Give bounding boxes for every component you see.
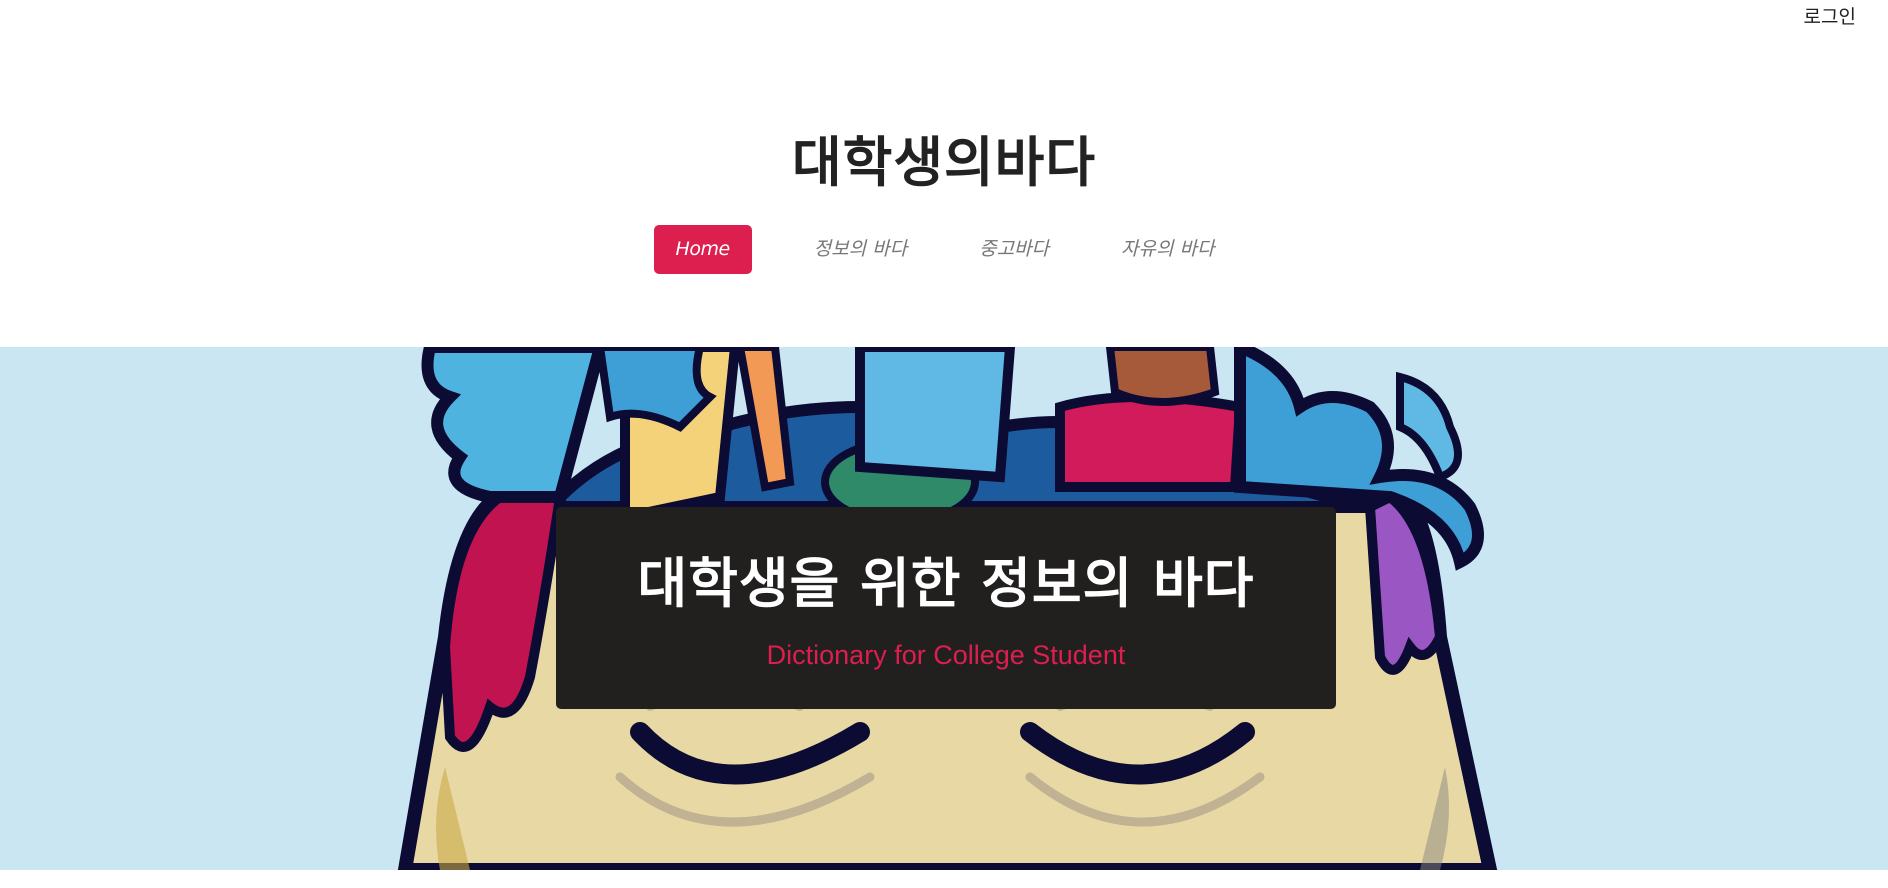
site-title[interactable]: 대학생의바다 xyxy=(0,118,1888,197)
nav-item-info-sea[interactable]: 정보의 바다 xyxy=(794,225,927,274)
page: 로그인 대학생의바다 Home 정보의 바다 중고바다 자유의 바다 대학생을 … xyxy=(0,0,1888,888)
hero-banner: 대학생을 위한 정보의 바다 Dictionary for College St… xyxy=(0,347,1888,870)
hero-caption-box: 대학생을 위한 정보의 바다 Dictionary for College St… xyxy=(556,507,1336,709)
login-link[interactable]: 로그인 xyxy=(1804,2,1856,29)
hero-heading: 대학생을 위한 정보의 바다 xyxy=(637,552,1255,615)
nav-item-free-sea[interactable]: 자유의 바다 xyxy=(1101,225,1234,274)
main-nav: Home 정보의 바다 중고바다 자유의 바다 xyxy=(0,225,1888,274)
nav-item-used-market[interactable]: 중고바다 xyxy=(959,225,1069,274)
hero-subheading: Dictionary for College Student xyxy=(766,640,1126,670)
nav-item-home[interactable]: Home xyxy=(653,225,752,274)
